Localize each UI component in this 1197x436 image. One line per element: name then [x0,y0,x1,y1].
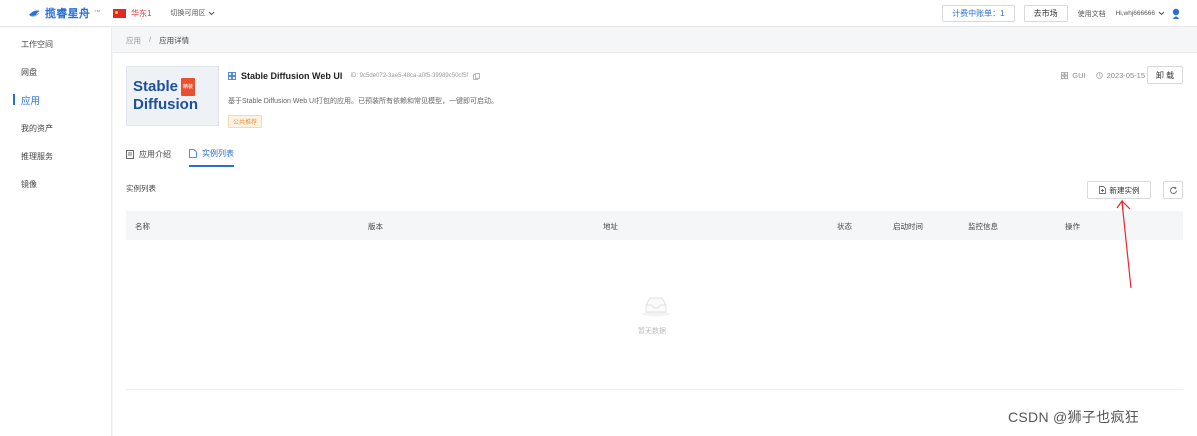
tab-app-intro[interactable]: 应用介绍 [126,148,171,167]
brand-name: 揽睿星舟 [45,8,91,20]
instance-list-title: 实例列表 [126,184,156,193]
breadcrumb-current: 应用详情 [159,36,190,45]
sidebar-item-apps[interactable]: 应用 [0,86,111,114]
sidebar-item-label: 网盘 [21,67,37,77]
grid-icon [228,72,236,80]
book-icon [126,150,134,159]
sidebar-item-inference[interactable]: 推理服务 [0,142,111,170]
breadcrumb-separator: / [149,35,152,44]
sidebar-item-label: 我的资产 [21,123,53,133]
tab-label: 应用介绍 [139,150,171,159]
billing-button[interactable]: 计费中账单：1 [942,5,1015,22]
instance-table-body: 暂无数据 [126,240,1183,390]
file-icon [189,149,197,158]
sidebar-item-label: 镜像 [21,179,37,189]
brand-trademark: ™ [94,10,101,16]
clock-icon [1095,72,1103,79]
empty-state-text: 暂无数据 [638,328,666,335]
refresh-button[interactable] [1163,181,1183,199]
app-logo-text-line2: Diffusion [133,96,198,113]
sidebar-item-label: 推理服务 [21,151,53,161]
app-title: Stable Diffusion Web UI [241,71,343,81]
column-header-start-time: 启动时间 [893,222,923,231]
sidebar-item-workspace[interactable]: 工作空间 [0,30,111,58]
column-header-address: 地址 [603,222,618,231]
chevron-down-icon [209,11,215,15]
sidebar-item-assets[interactable]: 我的资产 [0,114,111,142]
grid-icon [1061,72,1069,79]
empty-inbox-icon [642,297,670,317]
column-header-name: 名称 [135,222,150,231]
app-description: 基于Stable Diffusion Web UI打包的应用。已预装所有依赖和常… [228,98,499,105]
china-flag-icon [113,8,126,18]
uninstall-button[interactable]: 卸 载 [1147,66,1183,84]
sidebar-item-images[interactable]: 镜像 [0,170,111,198]
chevron-down-icon [1158,11,1165,16]
tab-instance-list[interactable]: 实例列表 [189,148,234,167]
file-plus-icon [1098,186,1106,194]
app-logo-text-line1: Stable [133,78,179,95]
column-header-status: 状态 [837,222,852,231]
region-label[interactable]: 华东1 [131,8,151,19]
sidebar-item-label: 应用 [21,96,41,107]
app-meta: GUI 2023-05-15 [1061,71,1145,80]
new-instance-label: 新建实例 [1109,185,1140,195]
sidebar-item-label: 工作空间 [21,39,53,49]
column-header-monitoring: 监控信息 [968,222,998,231]
watermark: CSDN @狮子也疯狂 [1008,409,1140,425]
app-id: ID: 9c5de072-3ae5-48ca-a0f5-39989c50cf5f [350,73,469,79]
app-title-row: Stable Diffusion Web UI ID: 9c5de072-3ae… [228,71,480,81]
annotation-arrow-icon [1116,199,1132,289]
top-bar: 揽睿星舟 ™ 华东1 切换可用区 计费中账单：1 去市场 使用文档 Hi,whj… [0,0,1197,27]
app-logo-badge: 精装 [181,78,196,96]
user-menu[interactable]: Hi,whj666666 [1116,10,1165,17]
tabs: 应用介绍 实例列表 [126,148,234,167]
switch-zone-label: 切换可用区 [170,10,206,17]
breadcrumb: 应用 / 应用详情 [126,35,189,46]
instance-table-header: 名称 版本 地址 状态 启动时间 监控信息 操作 [126,211,1183,240]
app-logo: Stable 精装 Diffusion [126,66,219,126]
sidebar: 工作空间 网盘 应用 我的资产 推理服务 镜像 [0,28,112,436]
copy-icon[interactable] [473,72,480,80]
brand[interactable]: 揽睿星舟 ™ [28,5,113,21]
app-type: GUI [1072,71,1086,80]
sidebar-item-netdisk[interactable]: 网盘 [0,58,111,86]
column-header-actions: 操作 [1065,222,1080,231]
refresh-icon [1169,186,1177,194]
brand-logo-icon [29,10,40,17]
switch-zone-dropdown[interactable]: 切换可用区 [170,8,215,18]
docs-link[interactable]: 使用文档 [1078,9,1106,19]
app-date: 2023-05-15 [1106,71,1145,80]
user-name: Hi,whj666666 [1115,10,1155,17]
avatar-icon[interactable] [1171,8,1181,20]
app-tag: 公共推荐 [228,115,263,128]
tab-label: 实例列表 [202,149,234,158]
column-header-version: 版本 [368,222,383,231]
market-button[interactable]: 去市场 [1023,5,1068,22]
breadcrumb-root[interactable]: 应用 [126,35,141,46]
